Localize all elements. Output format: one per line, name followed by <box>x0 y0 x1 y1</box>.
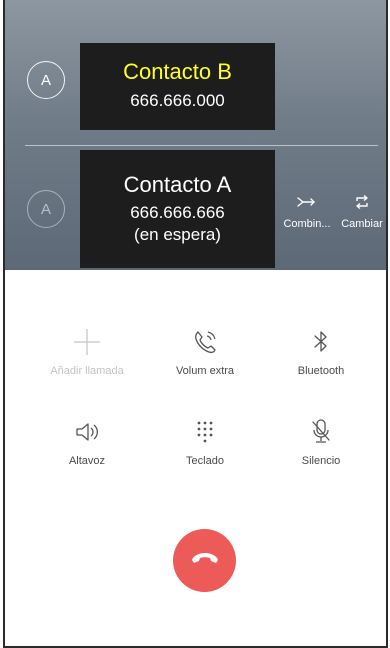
mute-button[interactable]: Silencio <box>266 415 376 467</box>
call-divider <box>25 145 378 146</box>
avatar-initial: A <box>40 71 51 89</box>
mute-label: Silencio <box>301 455 341 467</box>
end-call-button[interactable] <box>173 529 236 592</box>
bluetooth-button[interactable]: Bluetooth <box>266 325 376 377</box>
contact-b-avatar: A <box>27 61 65 99</box>
held-call-number: 666.666.666 <box>130 203 225 222</box>
call-header: A Contacto B 666.666.000 A Contacto A 66… <box>5 0 386 270</box>
mic-off-icon <box>266 415 376 447</box>
phone-screen: A Contacto B 666.666.000 A Contacto A 66… <box>3 0 388 648</box>
held-call-status: (en espera) <box>134 225 221 244</box>
active-call-number: 666.666.000 <box>130 91 225 110</box>
speaker-icon <box>32 415 142 447</box>
keypad-button[interactable]: Teclado <box>150 415 260 467</box>
merge-label: Combin... <box>283 218 331 230</box>
extra-volume-label: Volum extra <box>175 365 235 377</box>
swap-label: Cambiar <box>341 218 383 230</box>
keypad-label: Teclado <box>186 455 224 467</box>
active-call-info[interactable]: Contacto B 666.666.000 <box>80 43 275 130</box>
swap-button[interactable]: Cambiar <box>331 190 386 230</box>
plus-icon <box>32 325 142 357</box>
active-call-name: Contacto B <box>123 59 232 84</box>
contact-a-avatar: A <box>27 190 65 228</box>
held-call-name: Contacto A <box>123 172 232 197</box>
speaker-button[interactable]: Altavoz <box>32 415 142 467</box>
merge-button[interactable]: Combin... <box>276 190 338 230</box>
held-call-info[interactable]: Contacto A 666.666.666 (en espera) <box>80 150 275 268</box>
swap-icon <box>331 190 386 214</box>
phone-hangup-icon <box>190 550 220 571</box>
merge-arrow-icon <box>276 190 338 214</box>
extra-volume-button[interactable]: Volum extra <box>150 325 260 377</box>
keypad-icon <box>150 415 260 447</box>
add-call-label: Añadir llamada <box>50 365 124 377</box>
avatar-initial: A <box>40 200 51 218</box>
bluetooth-label: Bluetooth <box>297 365 345 377</box>
speaker-label: Altavoz <box>68 455 106 467</box>
add-call-button[interactable]: Añadir llamada <box>32 325 142 377</box>
phone-volume-icon <box>150 325 260 357</box>
bluetooth-icon <box>266 325 376 357</box>
